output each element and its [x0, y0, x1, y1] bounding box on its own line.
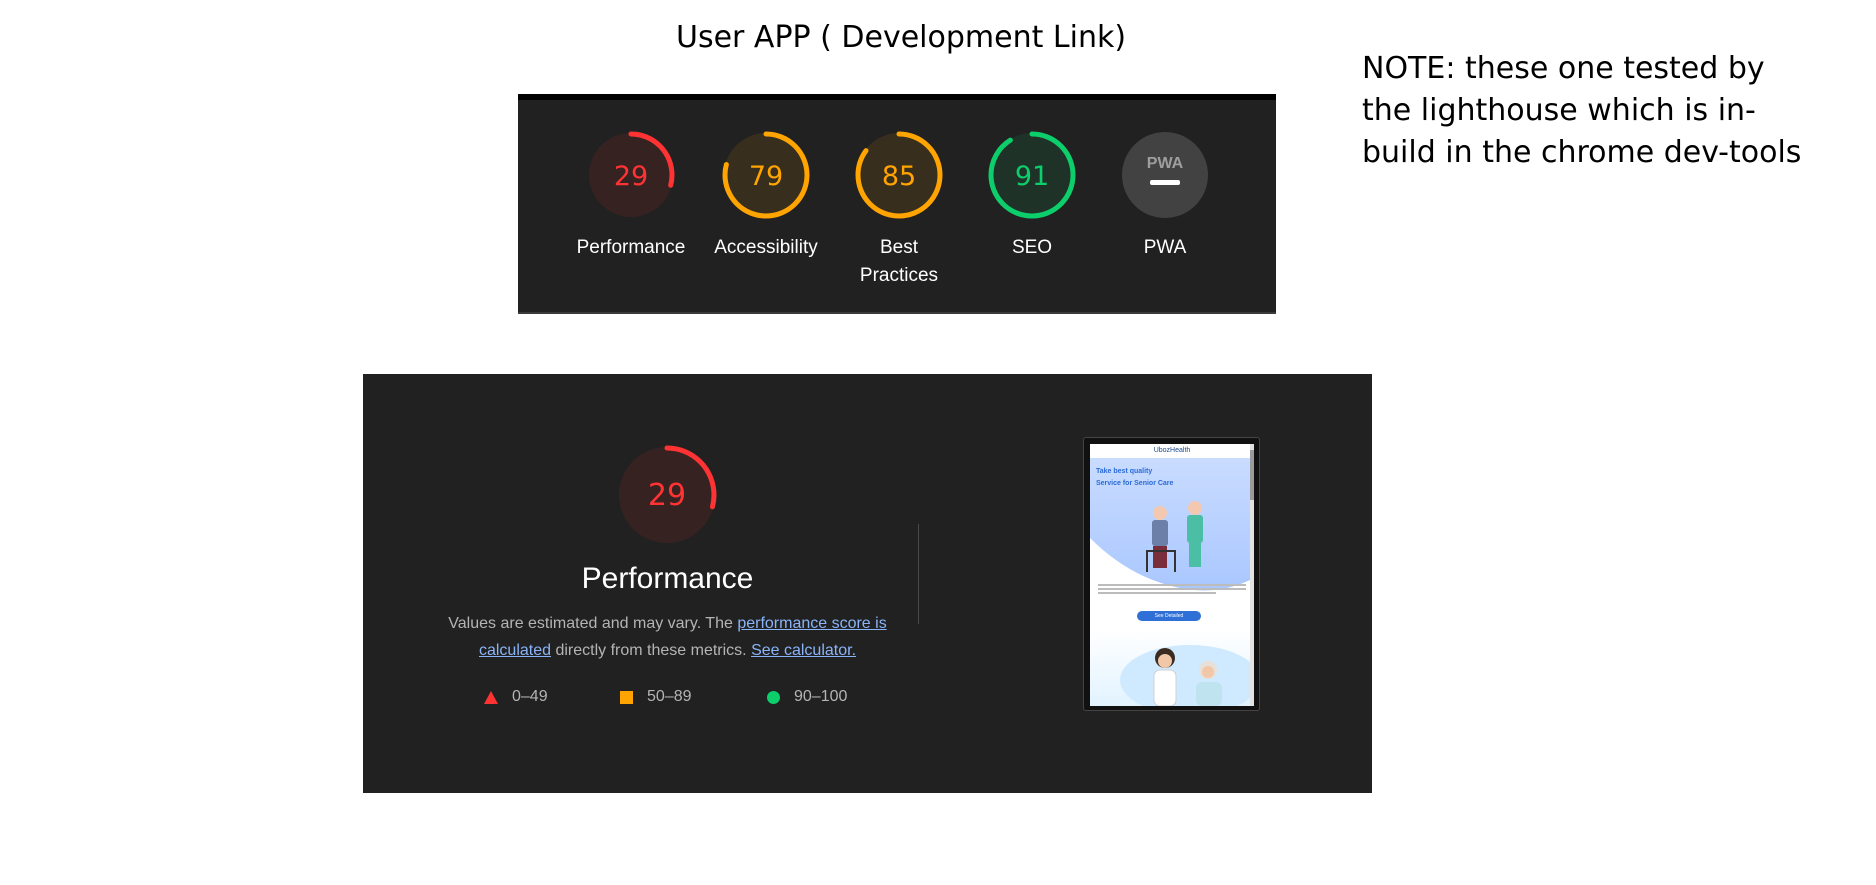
thumbnail-hero: Take best quality Service for Senior Car… [1090, 458, 1254, 598]
see-calculator-link[interactable]: See calculator. [751, 642, 856, 659]
gauge-label: Accessibility [714, 237, 818, 258]
gauge-label: Performance [576, 237, 686, 258]
gauge-seo[interactable]: 91 SEO [966, 130, 1098, 262]
thumbnail-body-text [1098, 584, 1246, 600]
thumbnail-screen: UbozHealth Take best quality Service for… [1090, 444, 1254, 706]
triangle-icon [484, 690, 498, 704]
legend-pass: 90–100 [767, 688, 847, 706]
page-screenshot-thumbnail[interactable]: UbozHealth Take best quality Service for… [1083, 437, 1260, 711]
performance-gauge: 29 [617, 445, 717, 545]
caregiver-illustration-icon [1090, 501, 1254, 598]
note-line: the lighthouse which is in- [1362, 93, 1756, 128]
svg-text:PWA: PWA [1147, 155, 1184, 172]
circle-icon [767, 690, 780, 704]
gauge-score: 29 [614, 161, 648, 192]
lighthouse-scores-panel: 29 Performance 79 Accessibility 85 Best … [518, 94, 1276, 314]
gauge-label: SEO [1011, 237, 1053, 258]
thumbnail-button: See Detailed [1137, 611, 1201, 621]
gauge-accessibility[interactable]: 79 Accessibility [700, 130, 832, 262]
performance-detail-panel: 29 Performance Values are estimated and … [363, 374, 1372, 793]
score-gauge: 91 [988, 131, 1076, 219]
gauge-performance[interactable]: 29 Performance [565, 130, 697, 262]
divider [918, 524, 919, 624]
gauge-score: 29 [648, 478, 686, 513]
performance-description: Values are estimated and may vary. The p… [448, 615, 887, 659]
thumbnail-scrollbar [1250, 444, 1254, 706]
score-gauge: 79 [722, 131, 810, 219]
nurse-photo-icon [1120, 645, 1254, 706]
gauge-score: 91 [1015, 161, 1049, 192]
gauge-label: PWA [1143, 237, 1187, 258]
note-text: NOTE: these one tested by the lighthouse… [1362, 48, 1832, 174]
note-line: build in the chrome dev-tools [1362, 135, 1802, 170]
thumbnail-brand: UbozHealth [1153, 447, 1191, 454]
page-title: User APP ( Development Link) [676, 20, 1127, 55]
legend-fail: 0–49 [484, 688, 548, 706]
score-gauge: 85 [855, 131, 943, 219]
note-line: NOTE: these one tested by [1362, 51, 1765, 86]
score-gauge: 29 [587, 131, 675, 219]
gauge-best-practices[interactable]: 85 Best Practices [833, 130, 965, 290]
gauge-label: Best Practices [859, 237, 939, 286]
thumbnail-lower-section [1090, 630, 1254, 706]
square-icon [620, 690, 633, 704]
gauge-pwa[interactable]: PWA PWA [1099, 130, 1231, 262]
gauge-score: 85 [882, 161, 916, 192]
performance-title: Performance [581, 562, 754, 595]
pwa-badge-icon: PWA [1122, 132, 1208, 218]
gauge-score: 79 [749, 161, 783, 192]
legend-average: 50–89 [620, 688, 692, 706]
